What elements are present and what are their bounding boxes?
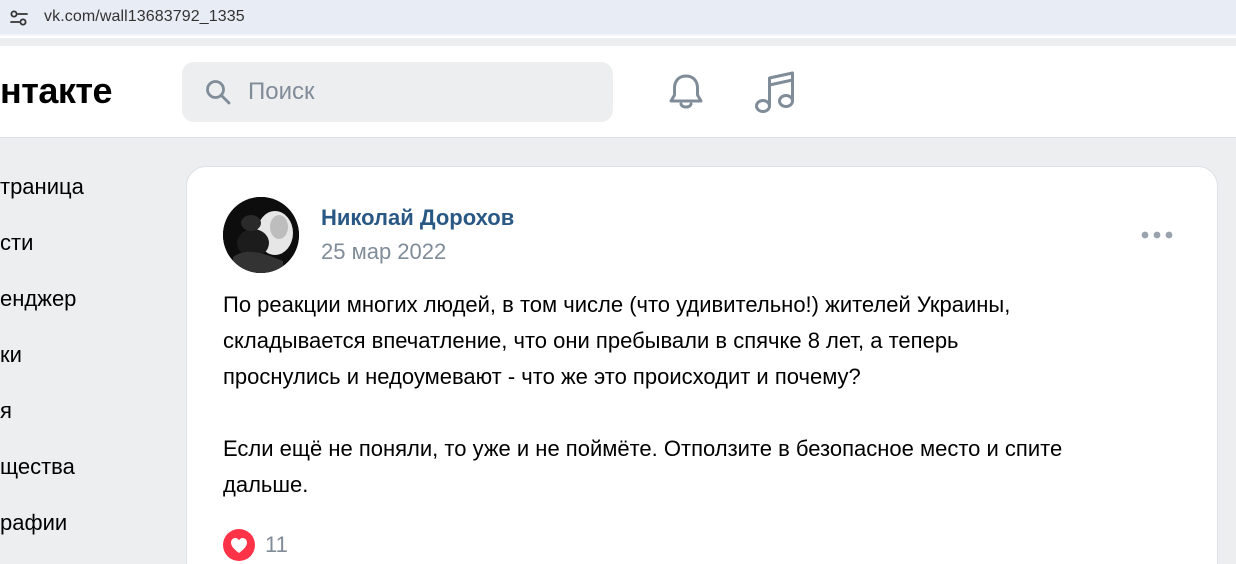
sidebar-item-communities[interactable]: щества [0, 454, 75, 494]
url-field[interactable]: vk.com/wall13683792_1335 [0, 0, 1236, 36]
sidebar-item-friends[interactable]: я [0, 398, 12, 438]
like-count: 11 [265, 532, 288, 557]
more-dots-icon[interactable] [1139, 225, 1175, 245]
sidebar-item-my-page[interactable]: траница [0, 174, 84, 214]
sidebar-item-photos[interactable]: рафии [0, 510, 67, 550]
bell-icon[interactable] [664, 70, 708, 114]
tune-icon[interactable] [8, 7, 30, 29]
post-author[interactable]: Николай Дорохов [321, 205, 514, 231]
site-header: нтакте [0, 46, 1236, 138]
site-logo[interactable]: нтакте [0, 70, 113, 112]
music-note-icon[interactable] [752, 68, 798, 116]
heart-icon [223, 529, 255, 561]
search-input[interactable] [248, 76, 588, 108]
avatar-image [223, 197, 299, 273]
sidebar-item-messenger[interactable]: енджер [0, 286, 76, 326]
search-box[interactable] [182, 62, 613, 122]
post-text: По реакции многих людей, в том числе (чт… [223, 292, 1063, 497]
sidebar-item-news[interactable]: сти [0, 230, 33, 270]
search-icon [206, 80, 231, 105]
avatar[interactable] [223, 197, 299, 273]
post-card: Николай Дорохов 25 мар 2022 По реакции м… [186, 166, 1218, 564]
sidebar-item-calls[interactable]: ки [0, 342, 22, 382]
browser-address-bar: vk.com/wall13683792_1335 [0, 0, 1236, 38]
url-text[interactable]: vk.com/wall13683792_1335 [44, 8, 245, 26]
post-date[interactable]: 25 мар 2022 [321, 239, 446, 265]
